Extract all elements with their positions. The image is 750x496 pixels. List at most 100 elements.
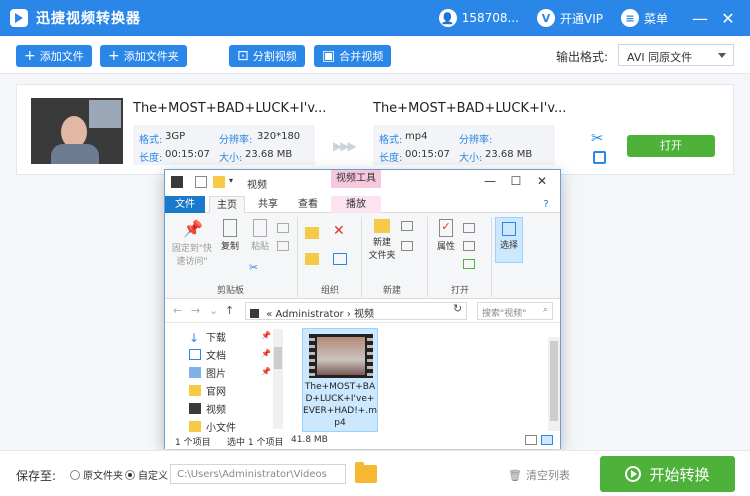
minimize-button[interactable]: —: [477, 174, 503, 188]
nav-item-website[interactable]: 官网: [189, 381, 226, 399]
tab-file[interactable]: 文件: [165, 196, 205, 213]
chevron-down-icon[interactable]: ▾: [229, 176, 241, 188]
paste-shortcut-icon[interactable]: [277, 241, 289, 251]
browse-folder-icon[interactable]: [355, 462, 377, 483]
vip-icon: V: [536, 9, 555, 27]
nav-item-videos[interactable]: 视频: [189, 399, 226, 417]
folder-icon: [189, 384, 201, 396]
selection-count: 选中 1 个项目: [227, 438, 284, 448]
tab-play[interactable]: 播放: [331, 196, 381, 213]
video-folder-icon: [171, 176, 183, 188]
title-bar: 迅捷视频转换器 👤 158708... V 开通VIP ≡ 菜单 — ✕: [0, 0, 750, 36]
back-icon[interactable]: ←: [173, 304, 182, 317]
copy-path-icon[interactable]: [277, 223, 289, 233]
vip-button[interactable]: V 开通VIP: [536, 9, 603, 27]
source-info: 格式: 3GP 分辨率: 320*180 长度: 00:15:07 大小: 23…: [133, 125, 315, 165]
search-icon: ⌕: [542, 305, 548, 315]
add-file-button[interactable]: + 添加文件: [16, 45, 92, 67]
arrow-right-icon: ▶▶▶: [333, 139, 357, 153]
save-path-input[interactable]: [170, 464, 346, 484]
large-icons-view-icon[interactable]: [541, 435, 553, 445]
history-icon[interactable]: [463, 259, 475, 269]
clipboard-group-label: 剪贴板: [217, 286, 245, 296]
add-folder-button[interactable]: + 添加文件夹: [100, 45, 187, 67]
help-icon[interactable]: ?: [535, 196, 557, 213]
cut-icon[interactable]: ✂: [249, 261, 258, 274]
explorer-status-bar: 1 个项目 选中 1 个项目 41.8 MB: [165, 433, 560, 449]
paste-button[interactable]: 粘贴: [247, 219, 273, 252]
nav-scrollbar[interactable]: [273, 329, 283, 429]
new-group-label: 新建: [383, 286, 402, 296]
pin-icon: 📌: [261, 349, 271, 358]
download-icon: ↓: [189, 330, 200, 345]
nav-item-documents[interactable]: 文档: [189, 345, 226, 363]
pin-icon: 📌: [261, 331, 271, 340]
move-to-icon[interactable]: [305, 227, 319, 239]
account-button[interactable]: 👤 158708...: [438, 9, 519, 27]
open-button[interactable]: 打开: [627, 135, 715, 157]
file-item-video[interactable]: The+MOST+BAD+LUCK+I've+EVER+HAD!+.mp4: [302, 328, 378, 432]
source-file-name: The+MOST+BAD+LUCK+I'v...: [133, 101, 327, 116]
target-info: 格式: mp4 分辨率: 长度: 00:15:07 大小: 23.68 MB: [373, 125, 555, 165]
trash-icon: 🗑: [508, 468, 522, 482]
save-to-label: 保存至:: [16, 469, 57, 483]
menu-button[interactable]: ≡ 菜单: [620, 9, 668, 27]
new-item-icon[interactable]: [401, 221, 413, 231]
clear-list-button[interactable]: 🗑 清空列表: [508, 467, 570, 483]
search-input[interactable]: 搜索"视频" ⌕: [477, 302, 553, 320]
paste-icon: [253, 219, 267, 237]
radio-custom-folder[interactable]: 自定义: [125, 467, 168, 482]
start-convert-button[interactable]: 开始转换: [600, 456, 735, 492]
edit-icon[interactable]: [593, 151, 606, 164]
copy-button[interactable]: 复制: [217, 219, 243, 252]
picture-icon: [189, 366, 201, 378]
tab-view[interactable]: 查看: [293, 196, 323, 213]
folder-icon: [374, 219, 390, 233]
nav-item-pictures[interactable]: 图片: [189, 363, 226, 381]
close-button[interactable]: ✕: [714, 9, 742, 28]
merge-video-button[interactable]: ▣ 合并视频: [314, 45, 392, 67]
file-content-area: The+MOST+BAD+LUCK+I've+EVER+HAD!+.mp4: [286, 323, 560, 433]
open-icon[interactable]: [463, 223, 475, 233]
tab-home[interactable]: 主页: [209, 196, 245, 213]
properties-icon[interactable]: [195, 176, 207, 188]
properties-button[interactable]: ✓ 属性: [433, 219, 459, 252]
user-icon: 👤: [438, 9, 457, 27]
new-folder-button[interactable]: 新建 文件夹: [365, 219, 399, 261]
file-list-item[interactable]: The+MOST+BAD+LUCK+I'v... 格式: 3GP 分辨率: 32…: [16, 84, 734, 175]
navigation-pane: ↓ 下载 📌 文档 📌 图片 📌 官网 视频 小文件: [165, 323, 285, 434]
open-group-label: 打开: [451, 286, 470, 296]
up-icon[interactable]: ↑: [225, 304, 234, 317]
select-icon: [502, 222, 516, 236]
scissors-icon[interactable]: ✂: [591, 129, 604, 147]
output-format-select[interactable]: AVI 同原文件: [618, 44, 734, 66]
maximize-button[interactable]: ☐: [503, 174, 529, 188]
details-view-icon[interactable]: [525, 435, 537, 445]
copy-to-icon[interactable]: [305, 253, 319, 265]
edit-icon[interactable]: [463, 241, 475, 251]
nav-item-downloads[interactable]: ↓ 下载: [189, 327, 226, 345]
video-folder-icon: [250, 309, 259, 318]
app-title: 迅捷视频转换器: [36, 11, 141, 27]
split-icon: ⊡: [237, 48, 249, 64]
new-folder-icon[interactable]: [213, 176, 225, 188]
forward-icon[interactable]: →: [191, 304, 200, 317]
rename-icon[interactable]: [333, 253, 347, 265]
split-video-button[interactable]: ⊡ 分割视频: [229, 45, 305, 67]
refresh-icon[interactable]: ↻: [453, 302, 462, 315]
plus-icon: +: [108, 48, 120, 64]
radio-original-folder[interactable]: 原文件夹: [70, 467, 123, 482]
output-format-label: 输出格式:: [556, 50, 609, 64]
delete-icon[interactable]: ✕: [333, 223, 345, 239]
address-bar[interactable]: « Administrator › 视频: [245, 302, 467, 320]
close-button[interactable]: ✕: [529, 174, 555, 188]
chevron-down-icon[interactable]: ⌄: [209, 304, 218, 317]
minimize-button[interactable]: —: [686, 9, 714, 28]
content-scrollbar[interactable]: [548, 337, 560, 431]
easy-access-icon[interactable]: [401, 241, 413, 251]
video-tools-tab[interactable]: 视频工具: [331, 170, 381, 188]
tab-share[interactable]: 共享: [253, 196, 283, 213]
pin-quick-access-button[interactable]: 📌 固定到"快 速访问": [171, 219, 213, 267]
select-button[interactable]: 选择: [495, 217, 523, 263]
file-explorer-window: ▾ 视频 视频工具 — ☐ ✕ 文件 主页 共享 查看 播放 ? 📌 固定到"快…: [164, 169, 561, 449]
